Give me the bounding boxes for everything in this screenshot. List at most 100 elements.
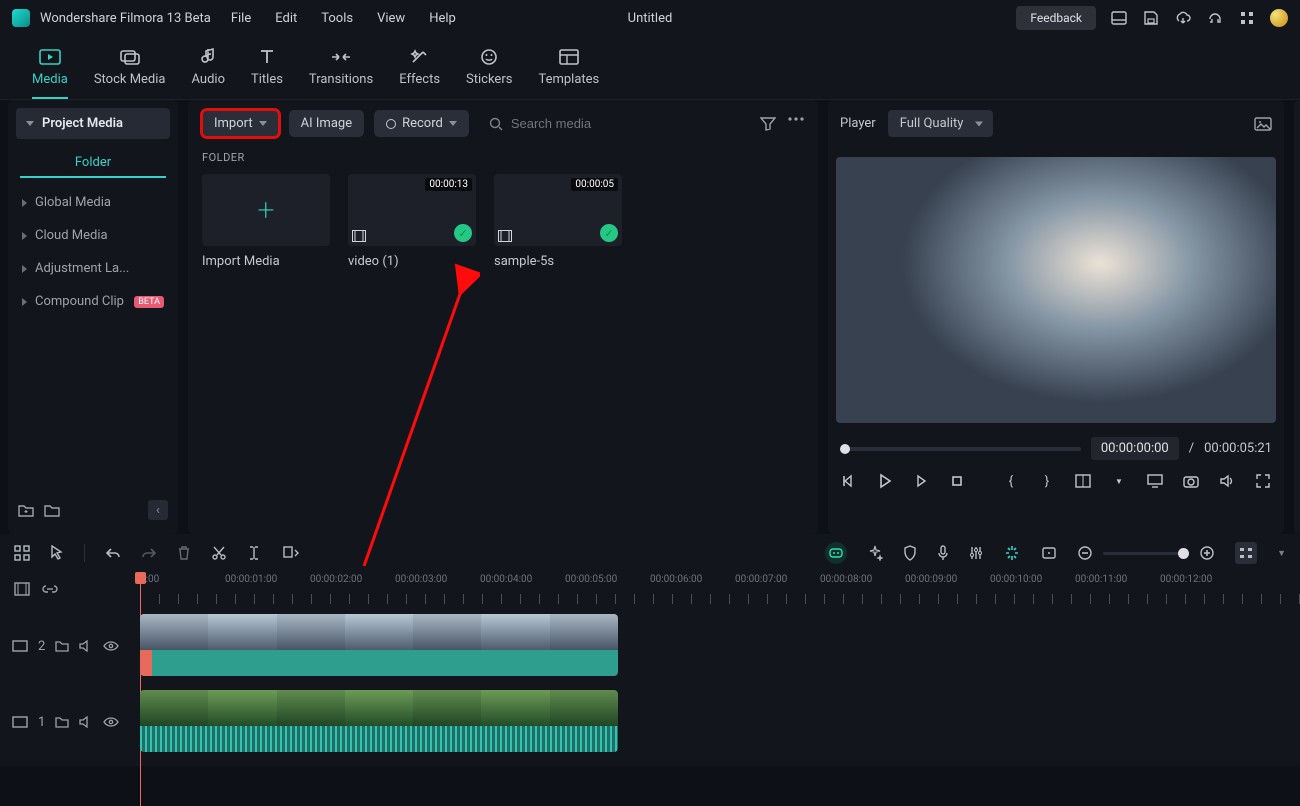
tab-audio[interactable]: Audio — [192, 46, 225, 99]
filter-icon[interactable] — [760, 117, 776, 131]
tab-stickers[interactable]: Stickers — [466, 46, 512, 99]
playhead-handle[interactable] — [135, 572, 146, 584]
timeline-view-toggle[interactable] — [1235, 542, 1257, 564]
mixer-icon[interactable] — [969, 546, 983, 560]
link-icon[interactable] — [42, 584, 58, 594]
collapse-sidebar-button[interactable]: ‹ — [148, 500, 168, 520]
undo-icon[interactable] — [105, 546, 121, 560]
timeline-clip[interactable]: sample-5s — [140, 690, 618, 752]
cloud-download-icon[interactable] — [1174, 9, 1192, 27]
more-icon[interactable] — [788, 117, 804, 131]
eye-icon[interactable] — [103, 717, 119, 727]
tab-media[interactable]: Media — [32, 46, 68, 99]
tab-stock-media[interactable]: Stock Media — [94, 46, 166, 99]
chevron-down-icon — [975, 121, 983, 126]
menu-help[interactable]: Help — [429, 11, 456, 26]
import-media-tile[interactable]: + Import Media — [202, 174, 330, 269]
sidebar-item-compound[interactable]: Compound ClipBETA — [8, 285, 178, 318]
ruler-tick-label: 00:00:02:00 — [310, 574, 362, 585]
cut-icon[interactable] — [211, 545, 227, 561]
audio-icon — [197, 46, 219, 68]
folder-icon[interactable] — [55, 640, 69, 652]
save-icon[interactable] — [1142, 9, 1160, 27]
feedback-button[interactable]: Feedback — [1016, 6, 1096, 30]
camera-icon[interactable] — [1182, 472, 1200, 490]
layout-icon[interactable] — [1110, 9, 1128, 27]
tab-effects[interactable]: Effects — [399, 46, 440, 99]
titlebar: Wondershare Filmora 13 Beta File Edit To… — [0, 0, 1300, 36]
import-label: Import — [214, 116, 253, 131]
media-tile[interactable]: 00:00:05 sample-5s — [494, 174, 622, 269]
media-toolbar: Import AI Image Record — [202, 110, 804, 137]
search-input[interactable] — [511, 116, 661, 131]
eye-icon[interactable] — [103, 641, 119, 651]
import-button[interactable]: Import — [202, 110, 279, 137]
folder-tab[interactable]: Folder — [20, 149, 166, 178]
tab-transitions-label: Transitions — [309, 72, 373, 87]
chevron-down-icon[interactable]: ▼ — [1277, 548, 1286, 559]
apps-grid-icon[interactable] — [1238, 9, 1256, 27]
scrubber-handle[interactable] — [840, 444, 850, 454]
chevron-down-icon[interactable]: ▼ — [1110, 472, 1128, 490]
menu-view[interactable]: View — [377, 11, 405, 26]
mark-out-icon[interactable]: } — [1038, 472, 1056, 490]
tab-titles[interactable]: Titles — [251, 46, 283, 99]
menu-tools[interactable]: Tools — [321, 11, 353, 26]
headset-icon[interactable] — [1206, 9, 1224, 27]
project-media-header[interactable]: Project Media — [16, 108, 170, 139]
user-avatar[interactable] — [1270, 9, 1288, 27]
ruler[interactable]: 0:0000:00:01:0000:00:02:0000:00:03:0000:… — [140, 572, 1300, 606]
tab-media-label: Media — [32, 72, 68, 87]
sidebar-item-adjustment[interactable]: Adjustment La... — [8, 252, 178, 285]
shield-icon[interactable] — [903, 545, 917, 561]
quality-select[interactable]: Full Quality — [888, 110, 994, 137]
sidebar-item-cloud[interactable]: Cloud Media — [8, 219, 178, 252]
new-folder-add-icon[interactable] — [18, 503, 34, 517]
zoom-in-icon[interactable] — [1199, 545, 1215, 561]
display-icon[interactable] — [1146, 472, 1164, 490]
dashboard-icon[interactable] — [14, 545, 30, 561]
mark-in-icon[interactable]: { — [1002, 472, 1020, 490]
zoom-slider[interactable] — [1103, 552, 1189, 555]
smart-star-icon[interactable] — [1003, 545, 1021, 561]
mute-icon[interactable] — [79, 716, 93, 728]
marker-icon[interactable] — [1041, 547, 1057, 559]
play-button[interactable] — [876, 472, 894, 490]
ruler-tick-label: 00:00:01:00 — [225, 574, 277, 585]
folder-icon[interactable] — [55, 716, 69, 728]
mic-icon[interactable] — [937, 545, 949, 561]
stop-button[interactable] — [948, 472, 966, 490]
zoom-out-icon[interactable] — [1077, 545, 1093, 561]
record-button[interactable]: Record — [374, 110, 469, 137]
sidebar-item-global[interactable]: Global Media — [8, 186, 178, 219]
ratio-icon[interactable] — [1074, 472, 1092, 490]
timeline-clip[interactable]: video (1) — [140, 614, 618, 676]
timeline-clip-icon[interactable] — [14, 582, 30, 596]
tab-transitions[interactable]: Transitions — [309, 46, 373, 99]
zoom-slider-handle[interactable] — [1178, 548, 1189, 559]
track-index: 1 — [38, 715, 45, 730]
volume-icon[interactable] — [1218, 472, 1236, 490]
tab-templates[interactable]: Templates — [538, 46, 599, 99]
menu-edit[interactable]: Edit — [275, 11, 297, 26]
prev-frame-icon[interactable] — [840, 472, 858, 490]
text-cursor-icon[interactable] — [247, 545, 261, 561]
next-frame-icon[interactable] — [912, 472, 930, 490]
player-scrubber[interactable] — [840, 447, 1081, 451]
folder-icon[interactable] — [44, 503, 60, 517]
preview-viewport[interactable] — [836, 157, 1276, 423]
redo-icon[interactable] — [141, 546, 157, 560]
ai-image-label: AI Image — [301, 116, 352, 131]
trash-icon[interactable] — [177, 545, 191, 561]
sparkle-icon[interactable] — [867, 545, 883, 561]
ai-image-button[interactable]: AI Image — [289, 110, 364, 137]
player-tab[interactable]: Player — [840, 116, 876, 131]
media-tile[interactable]: 00:00:13 video (1) — [348, 174, 476, 269]
ai-tools-button[interactable] — [825, 542, 847, 564]
snapshot-icon[interactable] — [1254, 117, 1272, 131]
menu-file[interactable]: File — [231, 11, 251, 26]
mute-icon[interactable] — [79, 640, 93, 652]
fullscreen-icon[interactable] — [1254, 472, 1272, 490]
pointer-icon[interactable] — [50, 545, 64, 561]
crop-icon[interactable] — [281, 545, 299, 561]
